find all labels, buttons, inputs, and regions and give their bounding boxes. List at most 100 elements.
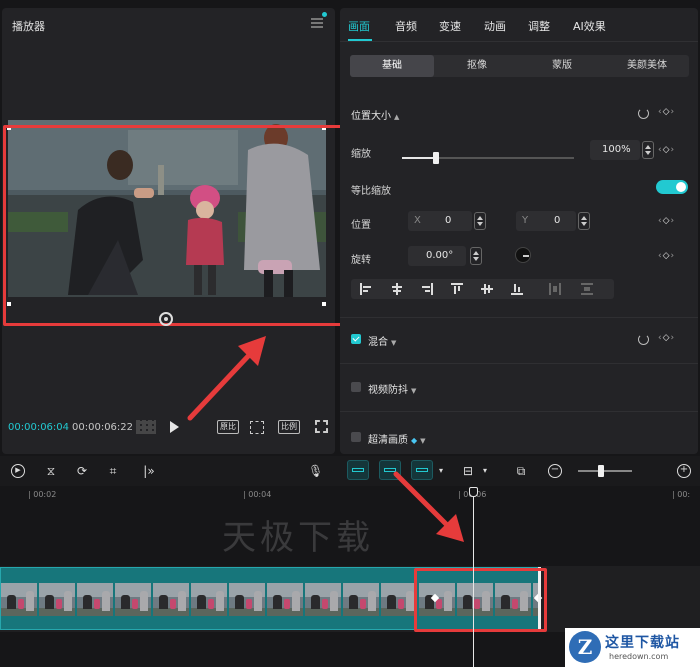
focus-icon[interactable] bbox=[250, 421, 264, 434]
blend-label[interactable]: 混合 ▼ bbox=[368, 333, 396, 348]
transform-handle-top-left[interactable] bbox=[7, 126, 11, 130]
subtab-basic[interactable]: 基础 bbox=[350, 55, 434, 77]
subtab-cutout[interactable]: 抠像 bbox=[435, 55, 519, 77]
auto-snap-button[interactable] bbox=[379, 460, 401, 480]
stabilize-label[interactable]: 视频防抖 ▼ bbox=[368, 381, 416, 396]
rotate-input[interactable]: 0.00° bbox=[408, 246, 466, 266]
reset-icon[interactable] bbox=[638, 334, 649, 345]
zoom-slider-thumb[interactable] bbox=[598, 465, 604, 477]
stabilize-label-text: 视频防抖 bbox=[368, 385, 408, 396]
fullscreen-icon[interactable] bbox=[315, 420, 328, 433]
screenshot-icon[interactable]: ⧉ bbox=[514, 464, 528, 478]
playhead[interactable] bbox=[473, 490, 474, 667]
scale-stepper[interactable] bbox=[642, 141, 654, 159]
reset-icon[interactable] bbox=[638, 108, 649, 119]
tab-ai-effects[interactable]: AI效果 bbox=[573, 18, 606, 34]
enhance-checkbox[interactable] bbox=[351, 432, 361, 442]
blend-checkbox[interactable] bbox=[351, 334, 361, 344]
clip-thumbnail bbox=[343, 583, 379, 616]
subtab-mask[interactable]: 蒙版 bbox=[520, 55, 604, 77]
ratio-button[interactable]: 比例 bbox=[278, 420, 300, 434]
rotate-handle-icon[interactable] bbox=[159, 312, 173, 326]
transform-handle-bottom-right[interactable] bbox=[322, 302, 326, 306]
subtab-bar: 基础 抠像 蒙版 美颜美体 bbox=[350, 55, 689, 77]
align-bottom-icon[interactable] bbox=[511, 283, 523, 295]
rotate-dial[interactable] bbox=[515, 247, 531, 263]
main-track-magnet-button[interactable] bbox=[347, 460, 369, 480]
freeze-frame-icon[interactable]: |» bbox=[137, 464, 161, 478]
position-y-value: 0 bbox=[554, 215, 561, 226]
tab-picture[interactable]: 画面 bbox=[348, 18, 370, 34]
chevron-down-icon[interactable]: ▾ bbox=[478, 464, 492, 478]
uniform-scale-label: 等比缩放 bbox=[351, 186, 391, 197]
uniform-scale-toggle[interactable] bbox=[656, 180, 688, 194]
clip-thumbnail bbox=[381, 583, 417, 616]
rotate-stepper[interactable] bbox=[470, 247, 482, 265]
align-center-h-icon[interactable] bbox=[391, 283, 403, 295]
gem-icon: ◆ bbox=[411, 436, 418, 445]
clip-trim-handle[interactable] bbox=[538, 567, 541, 630]
alignment-toolbar bbox=[351, 279, 614, 299]
tab-speed[interactable]: 变速 bbox=[439, 18, 461, 34]
logo-url: heredown.com bbox=[609, 652, 669, 661]
divider bbox=[340, 363, 698, 364]
section-position-size[interactable]: 位置大小 ▲ bbox=[351, 107, 399, 122]
scale-input[interactable]: 100% bbox=[590, 140, 640, 160]
original-ratio-button[interactable]: 原比 bbox=[217, 420, 239, 434]
stabilize-checkbox[interactable] bbox=[351, 382, 361, 392]
position-y-input[interactable]: Y 0 bbox=[516, 211, 576, 231]
keyframe-icon[interactable]: ‹◇› bbox=[658, 107, 675, 117]
distribute-v-icon bbox=[581, 283, 593, 295]
tab-audio[interactable]: 音频 bbox=[395, 18, 417, 34]
transform-handle-bottom-left[interactable] bbox=[7, 302, 11, 306]
clip-thumbnail bbox=[457, 583, 493, 616]
keyframe-icon[interactable]: ‹◇› bbox=[658, 251, 675, 261]
position-x-stepper[interactable] bbox=[474, 212, 486, 230]
zoom-in-icon[interactable]: + bbox=[677, 464, 691, 478]
video-clip[interactable] bbox=[0, 567, 540, 630]
ruler-tick: | 00:04 bbox=[243, 490, 272, 499]
mirror-icon[interactable]: ⧖ bbox=[44, 464, 58, 478]
position-y-stepper[interactable] bbox=[578, 212, 590, 230]
scale-slider[interactable] bbox=[402, 152, 574, 164]
chevron-down-icon[interactable]: ▾ bbox=[434, 464, 448, 478]
position-y-prefix: Y bbox=[522, 215, 529, 226]
scale-label: 缩放 bbox=[351, 149, 371, 160]
keyframe-icon[interactable]: ‹◇› bbox=[658, 145, 675, 155]
play-icon[interactable] bbox=[170, 421, 179, 433]
position-x-input[interactable]: X 0 bbox=[408, 211, 472, 231]
scale-value: 100% bbox=[602, 144, 631, 155]
play-from-start-icon[interactable]: ▶ bbox=[11, 464, 25, 478]
keyframe-icon[interactable]: ‹◇› bbox=[658, 216, 675, 226]
zoom-out-icon[interactable]: − bbox=[548, 464, 562, 478]
linkage-button[interactable] bbox=[411, 460, 433, 480]
keyframe-icon[interactable]: ‹◇› bbox=[658, 333, 675, 343]
tab-animation[interactable]: 动画 bbox=[484, 18, 506, 34]
align-top-icon[interactable] bbox=[451, 283, 463, 295]
video-preview[interactable] bbox=[8, 120, 326, 297]
ruler-tick: | 00:02 bbox=[28, 490, 57, 499]
timeline-ruler[interactable]: | 00:02 | 00:04 | 00:06 | 00: bbox=[0, 486, 700, 500]
clip-thumbnail bbox=[191, 583, 227, 616]
scale-slider-thumb[interactable] bbox=[433, 152, 439, 164]
rotate-value: 0.00° bbox=[426, 250, 454, 261]
rotate-icon[interactable]: ⟳ bbox=[75, 464, 89, 478]
clip-thumbnails bbox=[1, 583, 539, 616]
mic-icon[interactable]: 🎙 bbox=[308, 464, 323, 478]
subtab-beauty[interactable]: 美颜美体 bbox=[605, 55, 689, 77]
tab-adjust[interactable]: 调整 bbox=[528, 18, 550, 34]
watermark-text: 天极下载 bbox=[222, 518, 374, 558]
menu-icon[interactable] bbox=[311, 18, 323, 28]
zoom-slider[interactable] bbox=[578, 470, 632, 472]
enhance-label-text: 超清画质 bbox=[368, 435, 408, 446]
preview-axis-icon[interactable]: ⊟ bbox=[458, 464, 478, 478]
align-right-icon[interactable] bbox=[421, 283, 433, 295]
divider bbox=[340, 317, 698, 318]
align-center-v-icon[interactable] bbox=[481, 283, 493, 295]
crop-icon[interactable]: ⌗ bbox=[106, 464, 120, 478]
transform-handle-top-right[interactable] bbox=[322, 126, 326, 130]
chevron-down-icon: ▼ bbox=[391, 339, 397, 347]
align-left-icon[interactable] bbox=[360, 283, 372, 295]
playhead-handle[interactable] bbox=[469, 487, 478, 497]
enhance-label[interactable]: 超清画质 ◆ ▼ bbox=[368, 431, 426, 446]
